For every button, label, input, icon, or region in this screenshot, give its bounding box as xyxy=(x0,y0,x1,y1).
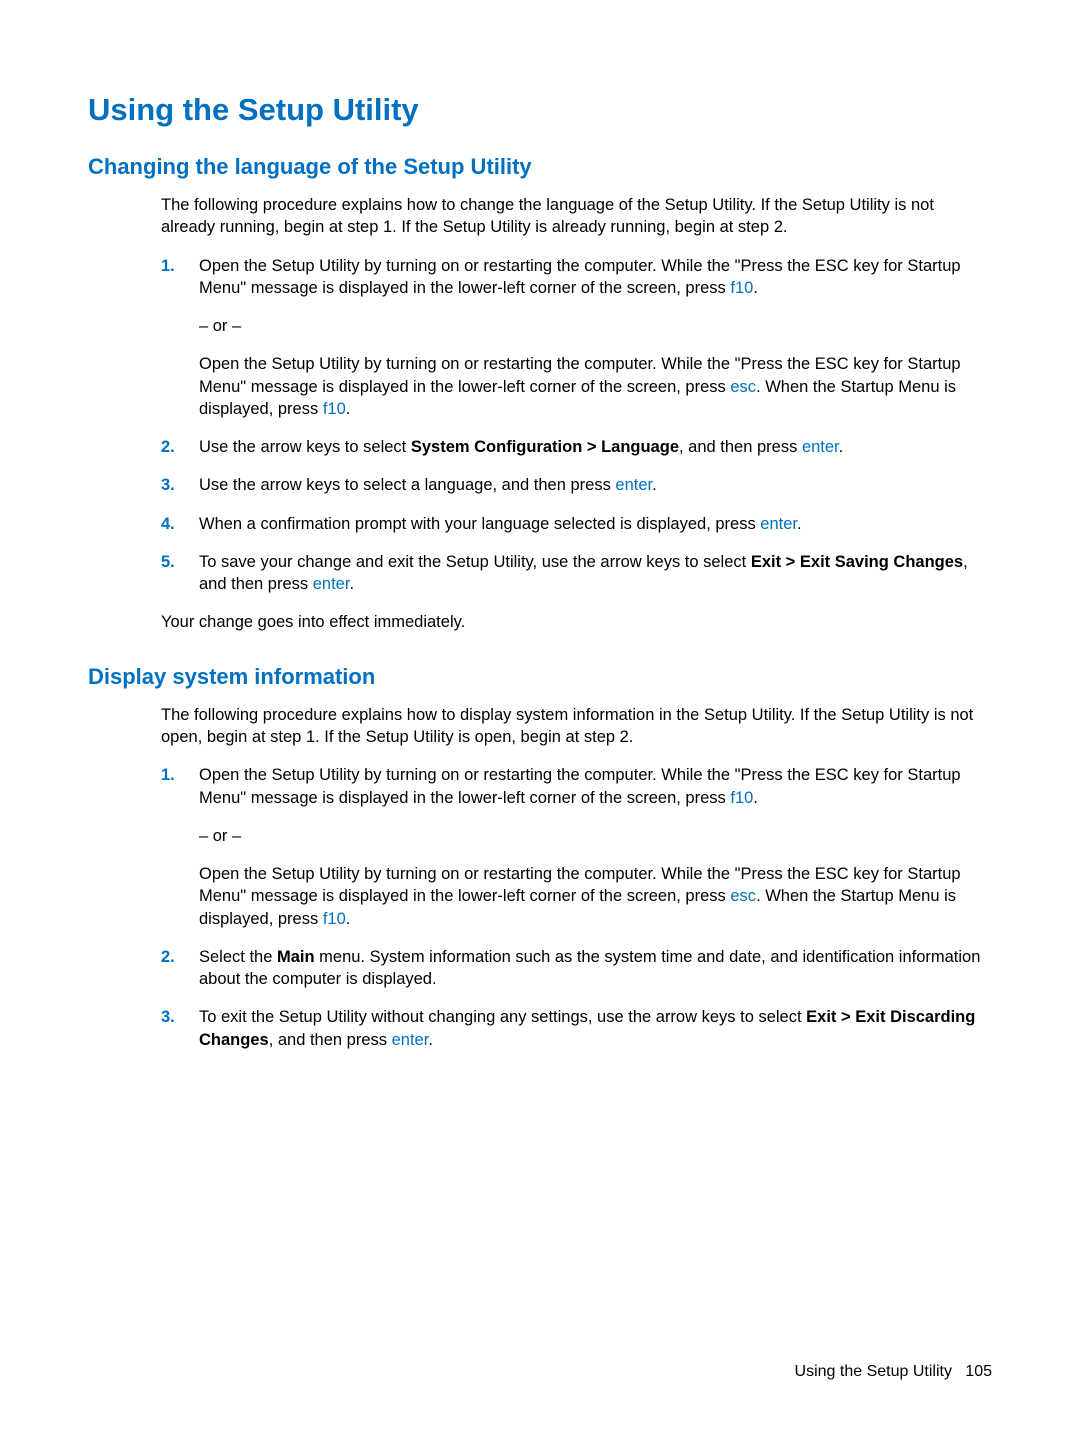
page-title: Using the Setup Utility xyxy=(88,92,992,128)
key-enter: enter xyxy=(313,575,350,593)
step-number: 5. xyxy=(161,551,175,573)
section-title: Display system information xyxy=(88,664,992,690)
step-text: . xyxy=(753,279,758,297)
step-number: 3. xyxy=(161,474,175,496)
step-2: 2. Use the arrow keys to select System C… xyxy=(161,436,992,458)
step-text: Use the arrow keys to select a language,… xyxy=(199,476,615,494)
key-f10: f10 xyxy=(323,910,346,928)
step-3: 3. To exit the Setup Utility without cha… xyxy=(161,1006,992,1051)
step-5: 5. To save your change and exit the Setu… xyxy=(161,551,992,596)
step-text: , and then press xyxy=(269,1031,392,1049)
step-text-alt: Open the Setup Utility by turning on or … xyxy=(199,863,992,930)
intro-paragraph: The following procedure explains how to … xyxy=(161,704,992,749)
closing-paragraph: Your change goes into effect immediately… xyxy=(161,611,992,633)
steps-list: 1. Open the Setup Utility by turning on … xyxy=(161,255,992,596)
page-number: 105 xyxy=(965,1363,992,1380)
step-number: 2. xyxy=(161,946,175,968)
step-number: 1. xyxy=(161,255,175,277)
step-1: 1. Open the Setup Utility by turning on … xyxy=(161,255,992,421)
footer-title: Using the Setup Utility xyxy=(795,1363,952,1380)
step-text: Open the Setup Utility by turning on or … xyxy=(199,766,961,806)
step-text: Select the xyxy=(199,948,277,966)
or-separator: – or – xyxy=(199,315,992,337)
step-text: . xyxy=(797,515,802,533)
step-1: 1. Open the Setup Utility by turning on … xyxy=(161,764,992,930)
step-number: 1. xyxy=(161,764,175,786)
step-text: . xyxy=(652,476,657,494)
step-text: menu. System information such as the sys… xyxy=(199,948,980,988)
section-display-system-info: Display system information The following… xyxy=(88,664,992,1051)
key-enter: enter xyxy=(615,476,652,494)
menu-path: Exit > Exit Saving Changes xyxy=(751,553,963,571)
step-2: 2. Select the Main menu. System informat… xyxy=(161,946,992,991)
step-text: Open the Setup Utility by turning on or … xyxy=(199,257,961,297)
or-separator: – or – xyxy=(199,825,992,847)
intro-paragraph: The following procedure explains how to … xyxy=(161,194,992,239)
menu-name: Main xyxy=(277,948,315,966)
step-number: 2. xyxy=(161,436,175,458)
step-text: , and then press xyxy=(679,438,802,456)
step-text: . xyxy=(428,1031,433,1049)
step-text: . xyxy=(346,910,351,928)
key-enter: enter xyxy=(802,438,839,456)
step-text: To exit the Setup Utility without changi… xyxy=(199,1008,806,1026)
key-esc: esc xyxy=(730,378,756,396)
page-footer: Using the Setup Utility 105 xyxy=(795,1363,992,1381)
step-text: To save your change and exit the Setup U… xyxy=(199,553,751,571)
key-enter: enter xyxy=(392,1031,429,1049)
step-text: . xyxy=(839,438,844,456)
step-text: . xyxy=(349,575,354,593)
step-text: Use the arrow keys to select xyxy=(199,438,411,456)
key-enter: enter xyxy=(760,515,797,533)
step-text: . xyxy=(346,400,351,418)
step-number: 3. xyxy=(161,1006,175,1028)
step-text: When a confirmation prompt with your lan… xyxy=(199,515,760,533)
step-3: 3. Use the arrow keys to select a langua… xyxy=(161,474,992,496)
key-f10: f10 xyxy=(323,400,346,418)
key-f10: f10 xyxy=(730,789,753,807)
step-number: 4. xyxy=(161,513,175,535)
step-text-alt: Open the Setup Utility by turning on or … xyxy=(199,353,992,420)
menu-path: System Configuration > Language xyxy=(411,438,679,456)
section-title: Changing the language of the Setup Utili… xyxy=(88,154,992,180)
step-text: . xyxy=(753,789,758,807)
key-esc: esc xyxy=(730,887,756,905)
steps-list: 1. Open the Setup Utility by turning on … xyxy=(161,764,992,1051)
section-changing-language: Changing the language of the Setup Utili… xyxy=(88,154,992,634)
key-f10: f10 xyxy=(730,279,753,297)
step-4: 4. When a confirmation prompt with your … xyxy=(161,513,992,535)
